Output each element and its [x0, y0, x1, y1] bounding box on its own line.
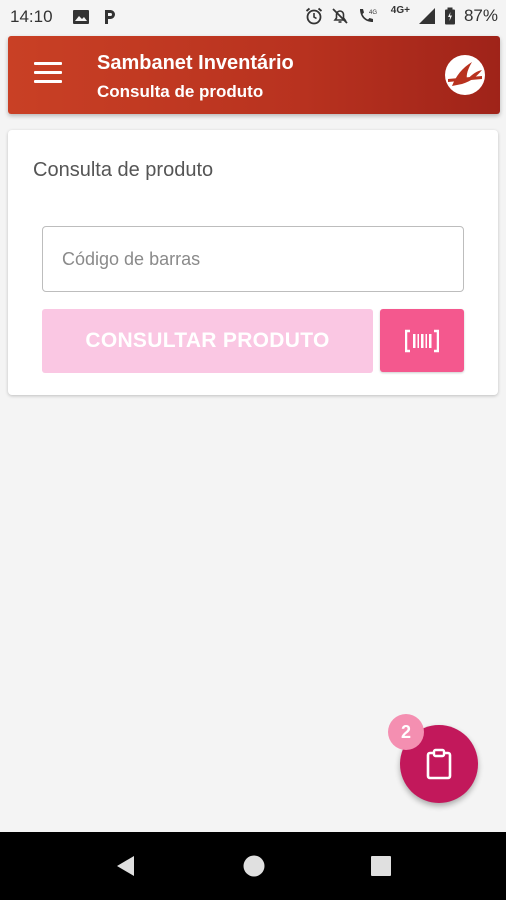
clipboard-icon [426, 748, 452, 780]
consult-product-button[interactable]: CONSULTAR PRODUTO [42, 309, 373, 373]
alarm-icon [305, 7, 322, 25]
mute-icon [332, 8, 348, 24]
app-subtitle: Consulta de produto [97, 82, 264, 101]
status-time: 14:10 [10, 7, 53, 26]
barcode-input[interactable] [42, 226, 464, 292]
svg-text:4G: 4G [369, 10, 377, 16]
battery-percent: 87% [463, 6, 498, 25]
back-icon[interactable] [114, 854, 138, 878]
app-bar: Sambanet Inventário Consulta de produto [8, 36, 500, 114]
system-nav-bar [0, 832, 506, 900]
barcode-scan-icon [405, 329, 439, 352]
scan-barcode-button[interactable] [380, 309, 464, 372]
home-icon[interactable] [242, 854, 266, 878]
image-icon [73, 10, 89, 24]
battery-icon [444, 7, 455, 25]
hamburger-menu-icon[interactable] [34, 62, 64, 88]
call-4g-icon: 4G [359, 9, 377, 22]
network-label: 4G+ [390, 4, 410, 16]
fab-badge-count: 2 [388, 714, 424, 750]
card-title: Consulta de produto [33, 159, 214, 181]
brand-logo [445, 55, 485, 95]
product-lookup-card: Consulta de produto CONSULTAR PRODUTO [8, 130, 498, 395]
signal-icon [418, 8, 435, 24]
parking-icon [105, 10, 115, 24]
app-title: Sambanet Inventário [97, 52, 294, 74]
status-bar: 14:10 4G 4G+ 87% [0, 0, 506, 34]
recents-icon[interactable] [369, 854, 393, 878]
